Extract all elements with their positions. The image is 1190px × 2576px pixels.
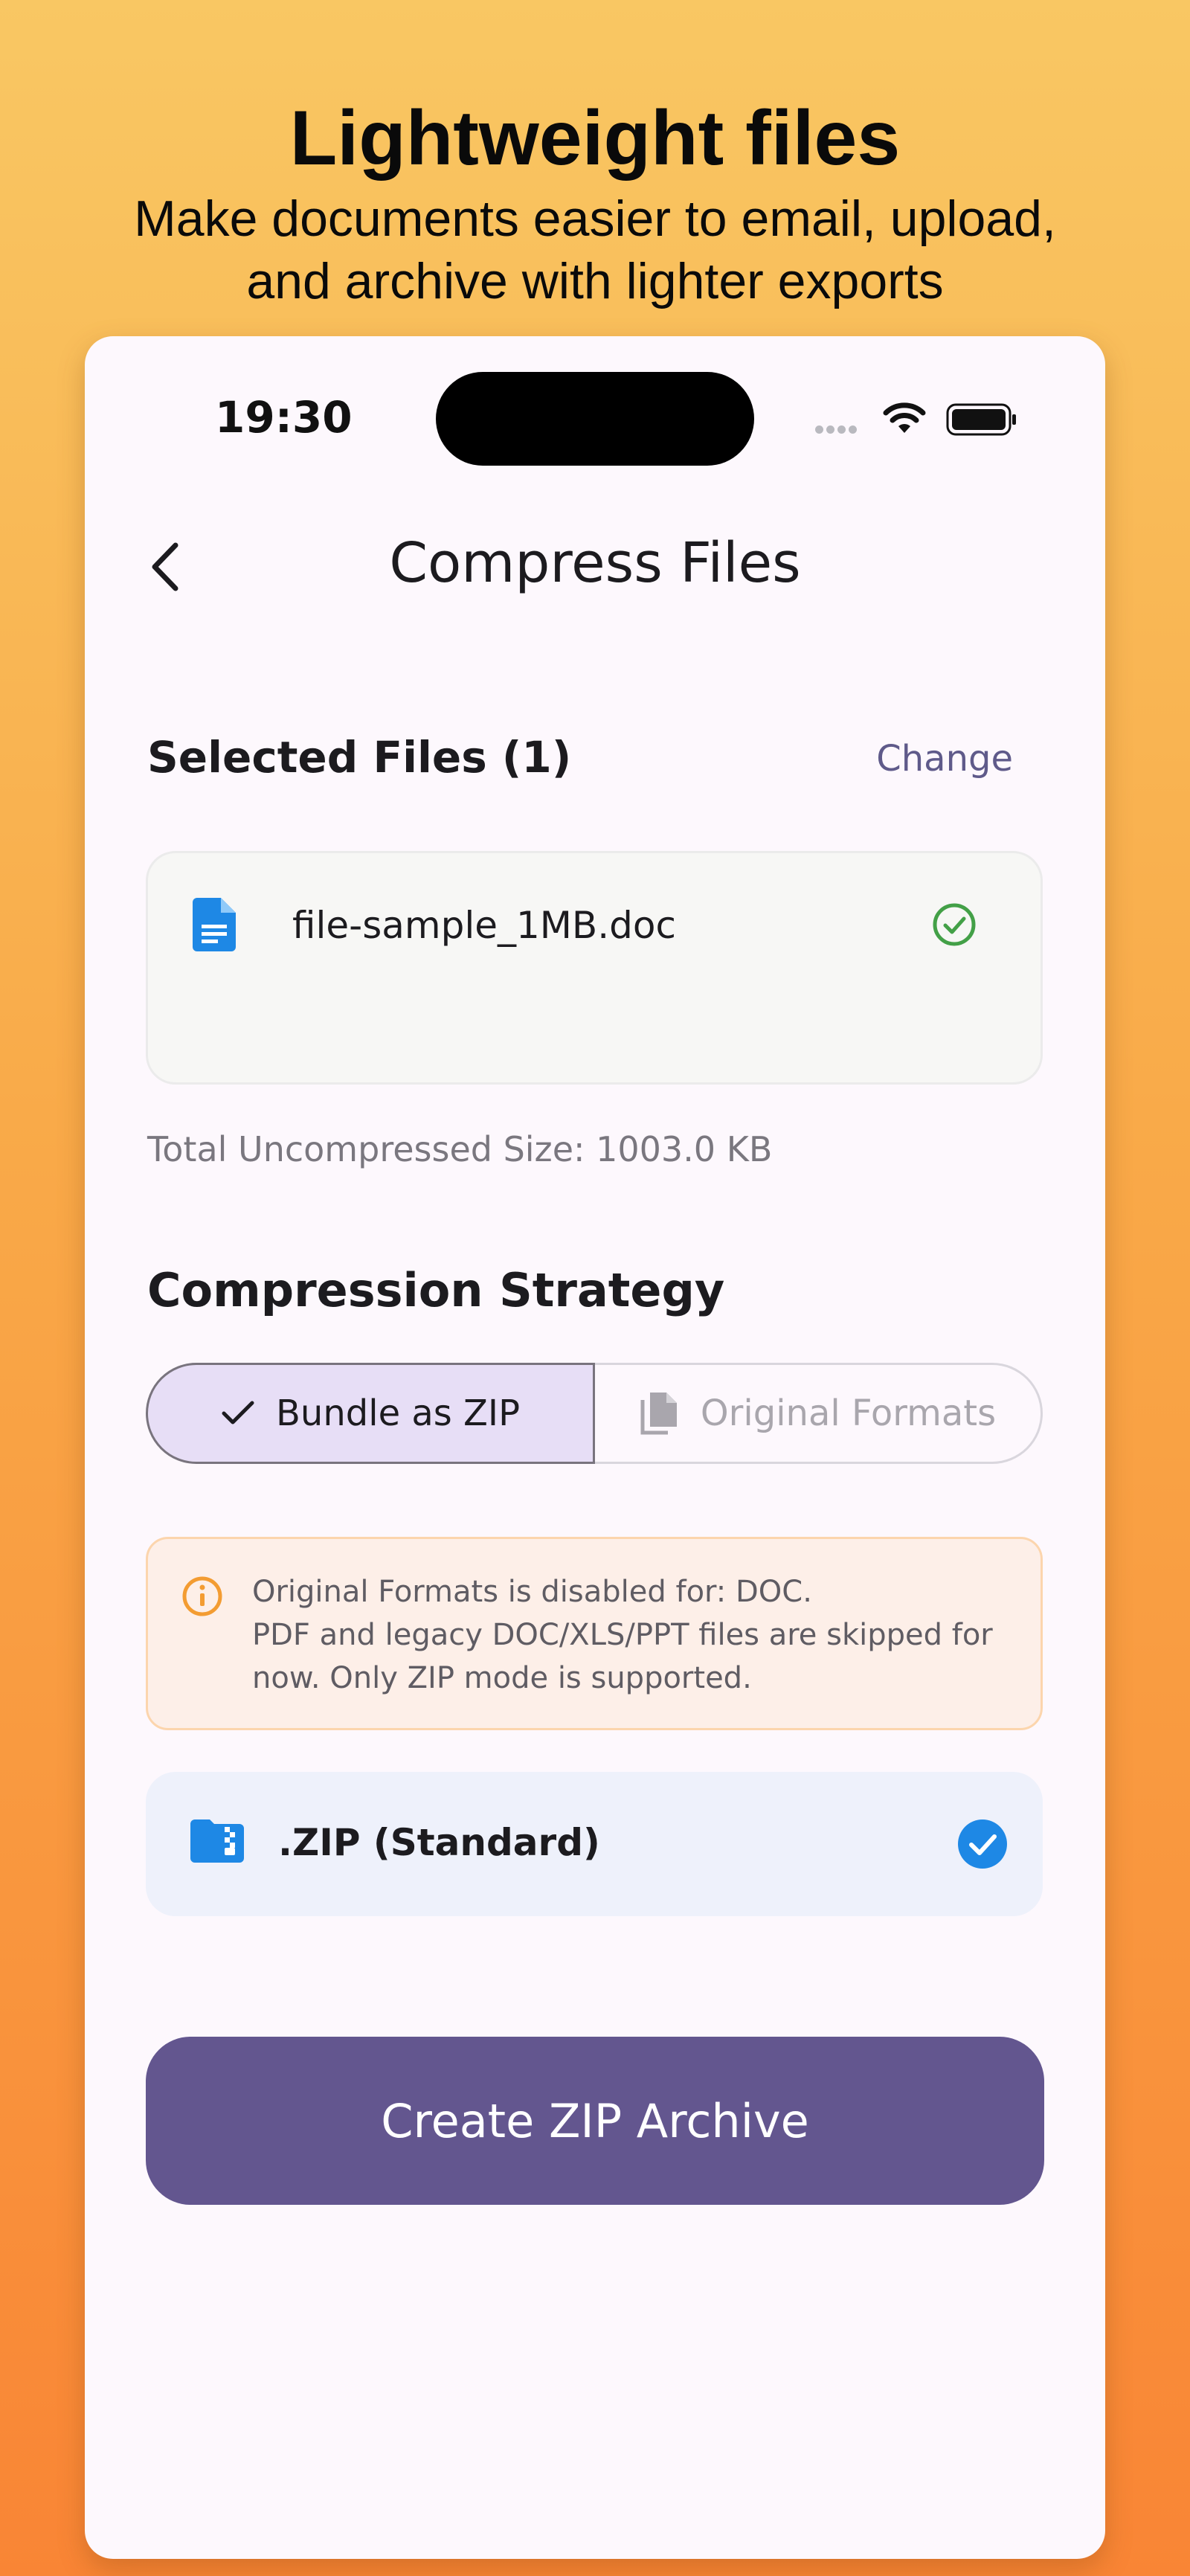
check-circle-icon — [930, 901, 978, 952]
warning-text: Original Formats is disabled for: DOC. P… — [252, 1570, 1026, 1700]
status-time: 19:30 — [215, 392, 353, 443]
warning-line: PDF and legacy DOC/XLS/PPT files are ski… — [252, 1618, 993, 1652]
check-icon — [222, 1401, 254, 1424]
create-zip-archive-button[interactable]: Create ZIP Archive — [146, 2037, 1044, 2205]
check-filled-circle-icon — [956, 1818, 1009, 1874]
change-files-button[interactable]: Change — [876, 738, 1013, 780]
promo-subtitle-line-2: and archive with lighter exports — [246, 253, 944, 309]
dynamic-island — [436, 372, 754, 466]
warning-box: Original Formats is disabled for: DOC. P… — [146, 1537, 1043, 1730]
warning-line: now. Only ZIP mode is supported. — [252, 1661, 752, 1695]
battery-icon — [946, 403, 1017, 440]
document-icon — [193, 898, 236, 955]
segment-original-formats[interactable]: Original Formats — [595, 1363, 1043, 1464]
copy-files-icon — [640, 1393, 677, 1435]
signal-dots-icon — [815, 424, 860, 437]
segment-original-formats-label: Original Formats — [700, 1393, 997, 1434]
promo-title: Lightweight files — [289, 95, 901, 182]
segment-bundle-zip-label: Bundle as ZIP — [275, 1393, 521, 1434]
phone-screen: 19:30 Compress Files Selected Files (1) … — [85, 336, 1105, 2559]
zip-format-option[interactable]: .ZIP (Standard) — [146, 1772, 1043, 1916]
warning-line: Original Formats is disabled for: DOC. — [252, 1575, 812, 1609]
zip-format-label: .ZIP (Standard) — [278, 1821, 600, 1864]
page-title: Compress Files — [389, 531, 801, 595]
selected-files-heading: Selected Files (1) — [147, 732, 572, 783]
zip-folder-icon — [190, 1818, 244, 1866]
strategy-segmented-control: Bundle as ZIP Original Formats — [146, 1363, 1043, 1464]
file-name: file-sample_1MB.doc — [292, 904, 676, 947]
promo-subtitle-line-1: Make documents easier to email, upload, — [134, 190, 1056, 247]
segment-bundle-zip[interactable]: Bundle as ZIP — [146, 1363, 595, 1464]
strategy-heading: Compression Strategy — [147, 1263, 725, 1317]
selected-file-card: file-sample_1MB.doc — [146, 851, 1043, 1085]
wifi-icon — [882, 400, 927, 440]
create-zip-archive-label: Create ZIP Archive — [381, 2093, 809, 2148]
total-size-label: Total Uncompressed Size: 1003.0 KB — [147, 1129, 773, 1169]
promo-subtitle: Make documents easier to email, upload, … — [0, 187, 1190, 312]
info-icon — [181, 1575, 224, 1622]
